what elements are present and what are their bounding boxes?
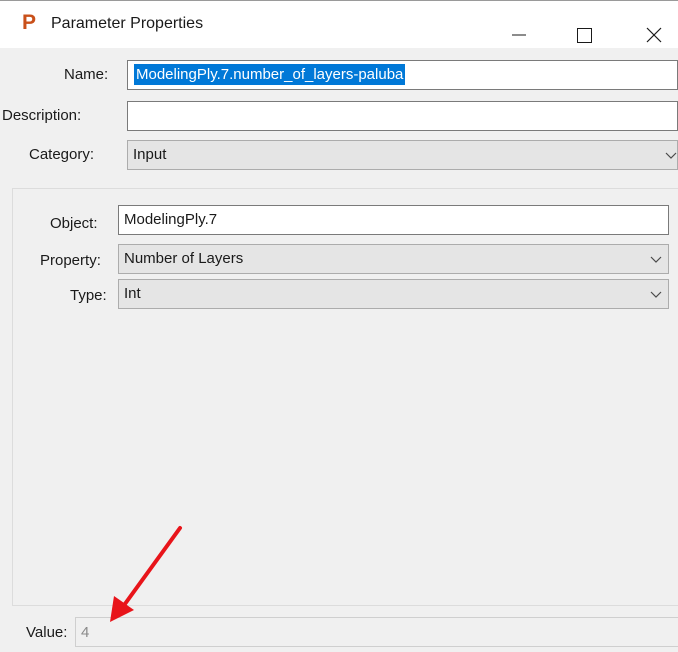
value-label: Value:: [26, 624, 68, 641]
app-logo-icon: P: [22, 11, 37, 34]
red-arrow-icon: [110, 526, 182, 622]
category-dropdown[interactable]: Input: [127, 140, 678, 170]
minimize-button[interactable]: [498, 1, 544, 48]
window-title: Parameter Properties: [51, 15, 204, 32]
property-value: Number of Layers: [124, 250, 244, 267]
maximize-button[interactable]: [563, 1, 609, 48]
chevron-down-icon: [665, 152, 677, 159]
type-label: Type:: [70, 287, 107, 304]
name-label: Name:: [64, 66, 109, 83]
object-label: Object:: [50, 215, 98, 232]
description-label: Description:: [2, 107, 82, 124]
category-value: Input: [133, 146, 167, 163]
property-label: Property:: [40, 252, 101, 269]
property-dropdown[interactable]: Number of Layers: [118, 244, 669, 274]
minimize-icon: [512, 34, 526, 36]
description-field[interactable]: [127, 101, 678, 131]
name-field[interactable]: ModelingPly.7.number_of_layers-paluba: [127, 60, 678, 90]
close-button[interactable]: [630, 1, 676, 48]
close-icon: [646, 27, 662, 43]
name-value-selected: ModelingPly.7.number_of_layers-paluba: [134, 64, 406, 85]
parameter-properties-window: P Parameter Properties Name: ModelingPly…: [0, 0, 678, 652]
chevron-down-icon: [650, 291, 662, 298]
value-readonly: 4: [81, 624, 90, 641]
title-bar[interactable]: P Parameter Properties: [0, 0, 678, 48]
type-value: Int: [124, 285, 141, 302]
chevron-down-icon: [650, 256, 662, 263]
type-dropdown[interactable]: Int: [118, 279, 669, 309]
maximize-icon: [577, 28, 592, 43]
category-label: Category:: [29, 146, 95, 163]
object-value: ModelingPly.7: [124, 211, 218, 228]
general-section: Name: ModelingPly.7.number_of_layers-pal…: [0, 48, 678, 188]
object-field[interactable]: ModelingPly.7: [118, 205, 669, 235]
